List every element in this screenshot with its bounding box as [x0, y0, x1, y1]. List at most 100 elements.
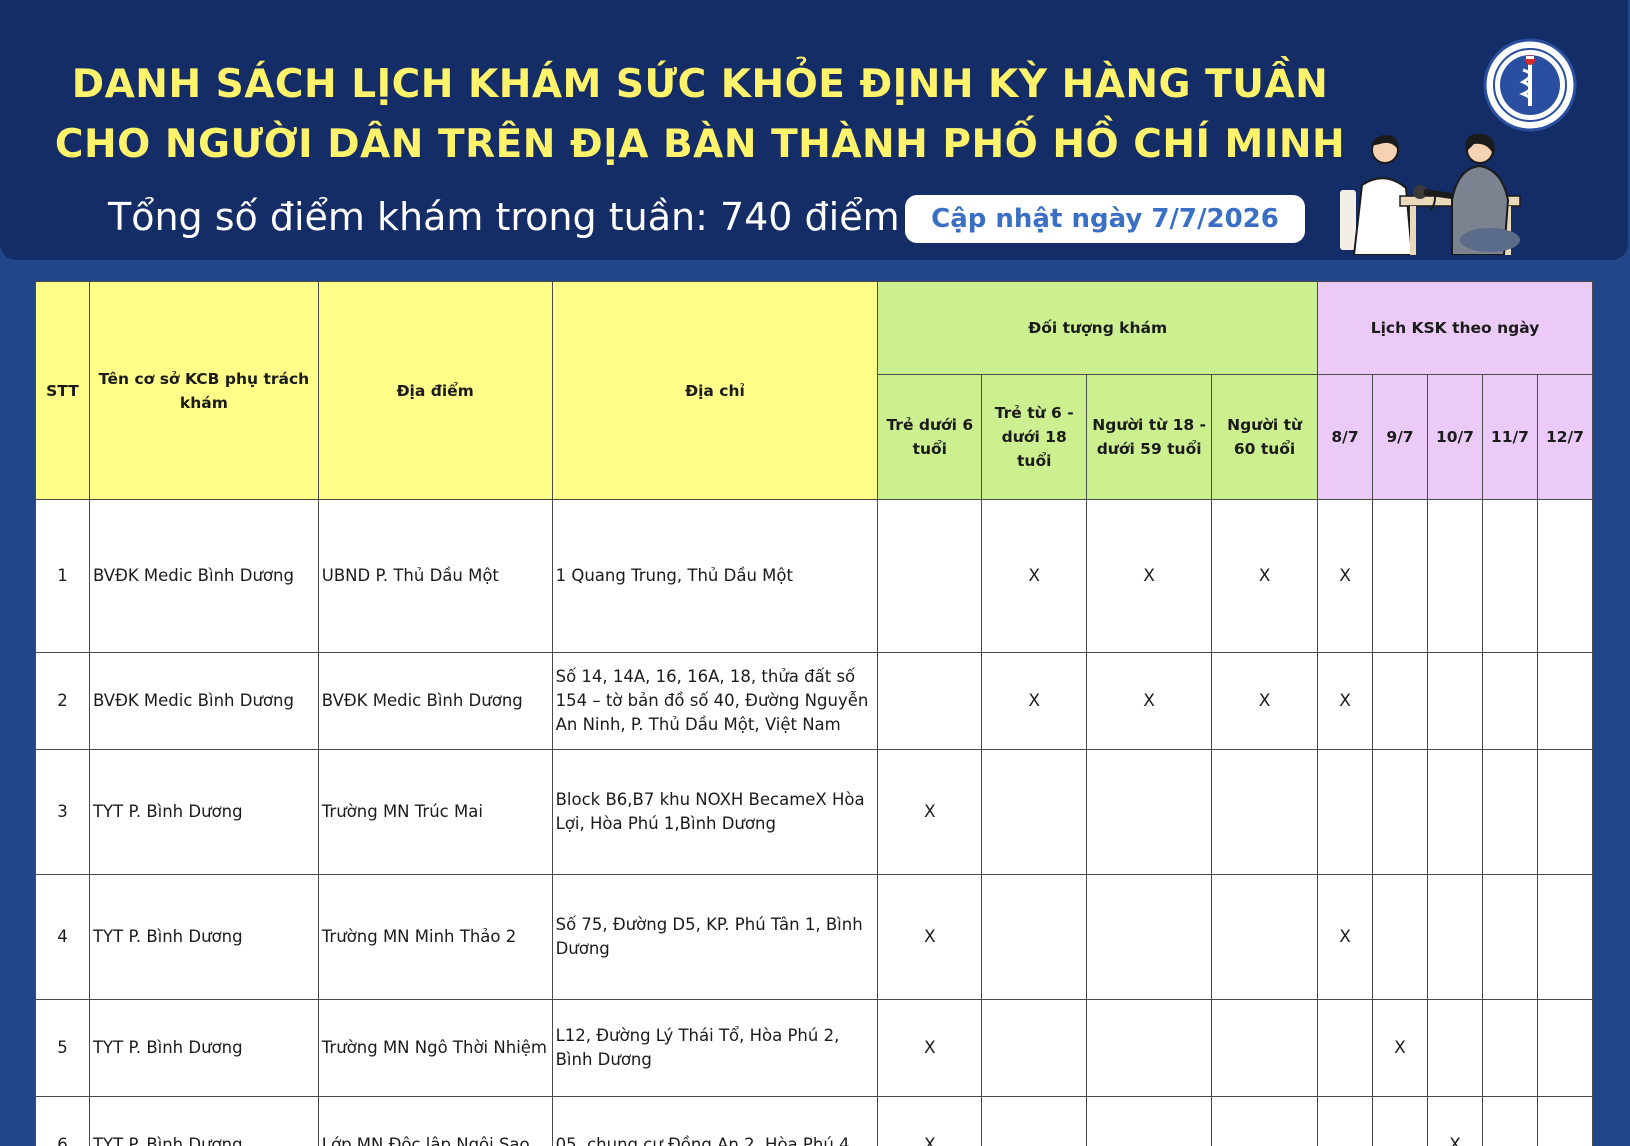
cell-target-18-59: X	[1086, 499, 1213, 653]
cell-location: Trường MN Minh Thảo 2	[317, 874, 553, 1000]
table-row: 3 TYT P. Bình Dương Trường MN Trúc Mai B…	[35, 749, 1593, 875]
cell-date-9-7	[1372, 652, 1428, 750]
health-department-seal-icon	[1483, 38, 1577, 132]
cell-target-6-18	[981, 999, 1088, 1097]
cell-date-11-7	[1481, 1096, 1538, 1146]
table-row: 2 BVĐK Medic Bình Dương BVĐK Medic Bình …	[35, 652, 1593, 750]
cell-date-9-7	[1372, 1096, 1428, 1146]
header-banner: DANH SÁCH LỊCH KHÁM SỨC KHỎE ĐỊNH KỲ HÀN…	[0, 0, 1628, 260]
cell-stt: 5	[35, 999, 90, 1097]
cell-address: Block B6,B7 khu NOXH BecameX Hòa Lợi, Hò…	[551, 749, 879, 875]
cell-date-12-7	[1536, 1096, 1593, 1146]
header-target-18-59: Người từ 18 - dưới 59 tuổi	[1086, 374, 1213, 500]
cell-address: 1 Quang Trung, Thủ Dầu Một	[551, 499, 879, 653]
cell-target-60-plus	[1211, 999, 1319, 1097]
cell-location: Trường MN Ngô Thời Nhiệm	[317, 999, 553, 1097]
update-date-badge: Cập nhật ngày 7/7/2026	[905, 195, 1305, 243]
cell-target-under-6	[877, 499, 983, 653]
header-target-60-plus: Người từ 60 tuổi	[1211, 374, 1319, 500]
cell-date-10-7: X	[1426, 1096, 1483, 1146]
schedule-table-container: STT Tên cơ sở KCB phụ trách khám Địa điể…	[35, 281, 1593, 1146]
title-line-1: DANH SÁCH LỊCH KHÁM SỨC KHỎE ĐỊNH KỲ HÀN…	[71, 62, 1329, 107]
header-address: Địa chỉ	[551, 281, 879, 500]
header-target-6-18: Trẻ từ 6 - dưới 18 tuổi	[981, 374, 1088, 500]
cell-target-60-plus: X	[1211, 652, 1319, 750]
cell-address: L12, Đường Lý Thái Tổ, Hòa Phú 2, Bình D…	[551, 999, 879, 1097]
cell-location: Trường MN Trúc Mai	[317, 749, 553, 875]
cell-target-60-plus	[1211, 749, 1319, 875]
cell-date-9-7: X	[1372, 999, 1428, 1097]
cell-date-12-7	[1536, 874, 1593, 1000]
cell-target-6-18: X	[981, 499, 1088, 653]
cell-target-60-plus	[1211, 874, 1319, 1000]
cell-date-12-7	[1536, 749, 1593, 875]
cell-target-under-6: X	[877, 749, 983, 875]
header-facility: Tên cơ sở KCB phụ trách khám	[88, 281, 319, 500]
cell-stt: 1	[35, 499, 90, 653]
header-date-10-7: 10/7	[1426, 374, 1483, 500]
cell-target-60-plus: X	[1211, 499, 1319, 653]
cell-target-6-18: X	[981, 652, 1088, 750]
header-location: Địa điểm	[317, 281, 553, 500]
header-target-under-6: Trẻ dưới 6 tuổi	[877, 374, 983, 500]
doctor-patient-illustration	[1340, 133, 1521, 255]
cell-date-11-7	[1481, 499, 1538, 653]
cell-target-6-18	[981, 1096, 1088, 1146]
cell-facility: TYT P. Bình Dương	[88, 1096, 319, 1146]
cell-target-18-59	[1086, 999, 1213, 1097]
cell-date-11-7	[1481, 999, 1538, 1097]
cell-stt: 3	[35, 749, 90, 875]
cell-facility: TYT P. Bình Dương	[88, 749, 319, 875]
cell-date-11-7	[1481, 749, 1538, 875]
cell-date-8-7: X	[1317, 874, 1373, 1000]
cell-target-18-59: X	[1086, 652, 1213, 750]
total-sites-label: Tổng số điểm khám trong tuần: 740 điểm	[108, 195, 900, 239]
cell-target-under-6: X	[877, 999, 983, 1097]
header-target-group: Đối tượng khám	[877, 281, 1319, 375]
cell-location: Lớp MN Độc lập Ngôi Sao	[317, 1096, 553, 1146]
cell-stt: 4	[35, 874, 90, 1000]
cell-stt: 2	[35, 652, 90, 750]
cell-target-under-6: X	[877, 1096, 983, 1146]
cell-target-6-18	[981, 749, 1088, 875]
header-date-12-7: 12/7	[1536, 374, 1593, 500]
cell-date-8-7: X	[1317, 652, 1373, 750]
table-row: 6 TYT P. Bình Dương Lớp MN Độc lập Ngôi …	[35, 1096, 1593, 1146]
cell-date-8-7: X	[1317, 499, 1373, 653]
cell-date-8-7	[1317, 1096, 1373, 1146]
cell-target-under-6: X	[877, 874, 983, 1000]
cell-date-10-7	[1426, 499, 1483, 653]
header-date-11-7: 11/7	[1481, 374, 1538, 500]
header-stt: STT	[35, 281, 90, 500]
cell-target-under-6	[877, 652, 983, 750]
cell-date-12-7	[1536, 652, 1593, 750]
cell-date-8-7	[1317, 999, 1373, 1097]
cell-target-18-59	[1086, 749, 1213, 875]
table-row: 1 BVĐK Medic Bình Dương UBND P. Thủ Dầu …	[35, 499, 1593, 653]
cell-date-10-7	[1426, 874, 1483, 1000]
cell-date-9-7	[1372, 874, 1428, 1000]
header-date-8-7: 8/7	[1317, 374, 1373, 500]
cell-facility: TYT P. Bình Dương	[88, 874, 319, 1000]
cell-date-10-7	[1426, 999, 1483, 1097]
header-date-9-7: 9/7	[1372, 374, 1428, 500]
cell-date-8-7	[1317, 749, 1373, 875]
cell-date-10-7	[1426, 652, 1483, 750]
cell-date-10-7	[1426, 749, 1483, 875]
cell-target-18-59	[1086, 874, 1213, 1000]
schedule-table: STT Tên cơ sở KCB phụ trách khám Địa điể…	[35, 281, 1593, 1146]
title-line-2: CHO NGƯỜI DÂN TRÊN ĐỊA BÀN THÀNH PHỐ HỒ …	[54, 122, 1346, 167]
cell-address: 05, chung cư Đồng An 2, Hòa Phú 4,	[551, 1096, 879, 1146]
cell-target-60-plus	[1211, 1096, 1319, 1146]
header-schedule-group: Lịch KSK theo ngày	[1317, 281, 1593, 375]
cell-location: BVĐK Medic Bình Dương	[317, 652, 553, 750]
cell-facility: TYT P. Bình Dương	[88, 999, 319, 1097]
cell-date-11-7	[1481, 652, 1538, 750]
cell-address: Số 14, 14A, 16, 16A, 18, thửa đất số 154…	[551, 652, 879, 750]
cell-target-18-59	[1086, 1096, 1213, 1146]
cell-date-12-7	[1536, 999, 1593, 1097]
cell-stt: 6	[35, 1096, 90, 1146]
cell-date-11-7	[1481, 874, 1538, 1000]
cell-address: Số 75, Đường D5, KP. Phú Tân 1, Bình Dươ…	[551, 874, 879, 1000]
cell-target-6-18	[981, 874, 1088, 1000]
